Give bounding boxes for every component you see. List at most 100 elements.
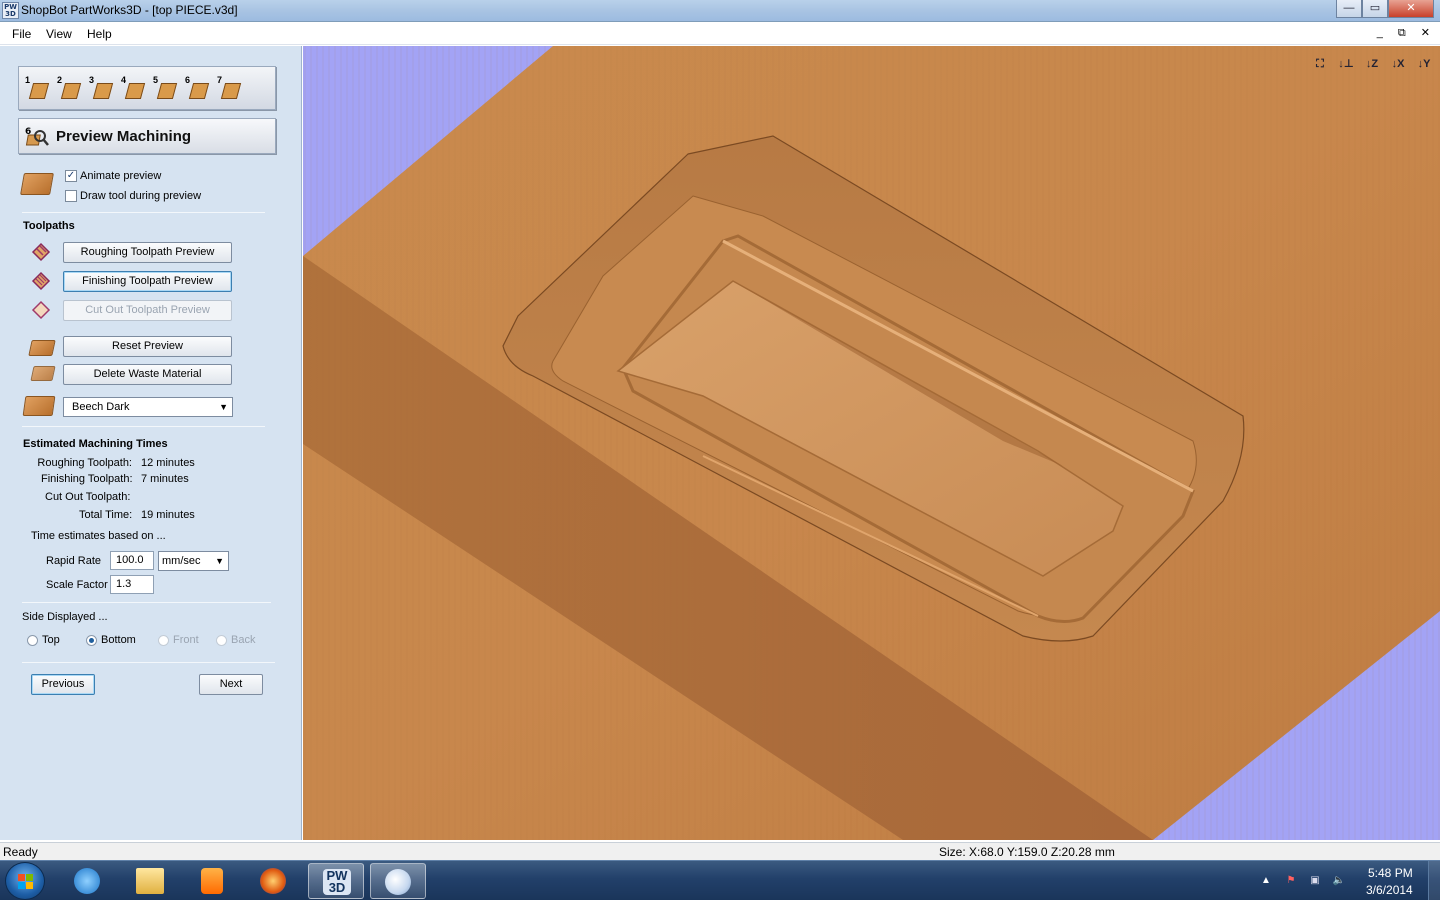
roughing-time-value: 12 minutes — [141, 457, 195, 469]
cutout-preview-button[interactable]: Cut Out Toolpath Preview — [63, 300, 232, 321]
start-button[interactable] — [5, 862, 45, 900]
step-number: 5 — [153, 75, 159, 85]
chevron-down-icon: ▼ — [219, 402, 228, 412]
rapid-rate-input[interactable]: 100.0 — [110, 551, 154, 570]
rapid-rate-unit-select[interactable]: mm/sec ▼ — [158, 551, 229, 571]
step-shape — [92, 83, 114, 99]
workflow-toolbar: 1 2 3 4 5 6 7 — [18, 66, 276, 110]
menu-bar: File View Help _ ⧉ ✕ — [0, 23, 1440, 45]
divider — [22, 602, 271, 603]
draw-tool-checkbox[interactable] — [65, 190, 77, 202]
roughing-toolpath-icon[interactable]: 3 — [89, 75, 115, 103]
side-bottom-label: Bottom — [101, 634, 136, 646]
network-icon[interactable]: ▣ — [1308, 874, 1322, 888]
cutout-toolpath-icon — [29, 299, 53, 321]
side-displayed-heading: Side Displayed ... — [22, 611, 108, 623]
maximize-button[interactable]: ▭ — [1362, 0, 1388, 18]
view-y-icon[interactable]: ↓Y — [1414, 54, 1434, 74]
side-front-option[interactable]: Front — [158, 634, 199, 646]
animate-wood-icon — [20, 173, 54, 195]
reset-preview-button[interactable]: Reset Preview — [63, 336, 232, 357]
minimize-button[interactable]: — — [1336, 0, 1362, 18]
wood-block-render — [303, 46, 1440, 840]
menu-help[interactable]: Help — [87, 27, 112, 41]
title-bar: PW 3D ShopBot PartWorks3D - [top PIECE.v… — [0, 0, 1440, 22]
step-number: 3 — [89, 75, 95, 85]
save-toolpath-icon[interactable]: 7 — [217, 75, 243, 103]
menu-file[interactable]: File — [12, 27, 31, 41]
draw-tool-label: Draw tool during preview — [80, 190, 202, 202]
app-icon[interactable]: PW 3D — [2, 2, 19, 19]
side-bottom-option[interactable]: Bottom — [86, 634, 136, 646]
animate-preview-row[interactable]: ✓ Animate preview — [65, 170, 161, 182]
roughing-time-label: Roughing Toolpath: — [37, 457, 132, 469]
side-back-option[interactable]: Back — [216, 634, 255, 646]
firefox-icon[interactable] — [246, 863, 302, 899]
delete-waste-icon — [30, 366, 56, 381]
preview-machining-icon[interactable]: 6 — [185, 75, 211, 103]
roughing-preview-button[interactable]: Roughing Toolpath Preview — [63, 242, 232, 263]
zoom-all-icon[interactable]: ⛶ — [1310, 54, 1330, 74]
side-top-label: Top — [42, 634, 60, 646]
3d-viewport[interactable]: ⛶ ↓⊥ ↓Z ↓X ↓Y — [303, 46, 1440, 840]
previous-button[interactable]: Previous — [31, 674, 95, 695]
view-toolbar: ⛶ ↓⊥ ↓Z ↓X ↓Y — [1310, 54, 1434, 74]
draw-tool-row[interactable]: Draw tool during preview — [65, 190, 201, 202]
cutout-time-label: Cut Out Toolpath: — [45, 491, 131, 503]
windows-explorer-icon[interactable] — [122, 863, 178, 899]
step-number: 6 — [185, 75, 191, 85]
close-button[interactable]: ✕ — [1388, 0, 1434, 18]
side-top-option[interactable]: Top — [27, 634, 60, 646]
clock-date[interactable]: 3/6/2014 — [1366, 883, 1413, 897]
animate-preview-checkbox[interactable]: ✓ — [65, 170, 77, 182]
step-number: 1 — [25, 75, 31, 85]
step-number: 7 — [217, 75, 223, 85]
scale-factor-input[interactable]: 1.3 — [110, 575, 154, 594]
iso-view-icon[interactable]: ↓⊥ — [1336, 54, 1356, 74]
media-player-icon[interactable] — [184, 863, 240, 899]
reset-wood-icon — [28, 340, 56, 356]
divider — [22, 426, 265, 427]
material-select[interactable]: Beech Dark ▼ — [63, 397, 233, 417]
action-center-icon[interactable]: ⚑ — [1284, 874, 1298, 888]
partworks3d-icon[interactable]: PW 3D — [308, 863, 364, 899]
show-desktop-button[interactable] — [1428, 861, 1440, 900]
step-shape — [188, 83, 210, 99]
windows-logo-icon — [18, 874, 33, 889]
divider — [22, 662, 275, 663]
position-model-icon[interactable]: 2 — [57, 75, 83, 103]
model-size-icon[interactable]: 1 — [25, 75, 51, 103]
volume-icon[interactable]: 🔈 — [1332, 874, 1346, 888]
preview-machining-icon: 6 — [25, 125, 49, 149]
side-front-label: Front — [173, 634, 199, 646]
delete-waste-button[interactable]: Delete Waste Material — [63, 364, 232, 385]
side-back-label: Back — [231, 634, 256, 646]
toolpaths-heading: Toolpaths — [23, 220, 75, 232]
view-x-icon[interactable]: ↓X — [1388, 54, 1408, 74]
window-title: ShopBot PartWorks3D - [top PIECE.v3d] — [21, 3, 238, 17]
step-shape — [60, 83, 82, 99]
finishing-preview-button[interactable]: Finishing Toolpath Preview — [63, 271, 232, 292]
material-size-text: Size: X:68.0 Y:159.0 Z:20.28 mm — [939, 845, 1115, 859]
clock-time[interactable]: 5:48 PM — [1368, 866, 1413, 880]
finishing-toolpath-icon[interactable]: 4 — [121, 75, 147, 103]
internet-explorer-icon[interactable] — [60, 863, 116, 899]
left-panel: 1 2 3 4 5 6 7 6 Preview Machining ✓ Animate pr… — [0, 46, 302, 840]
menu-view[interactable]: View — [46, 27, 72, 41]
side-back-radio[interactable] — [216, 634, 227, 646]
step-shape — [220, 83, 242, 99]
rapid-rate-unit-value: mm/sec — [162, 555, 201, 567]
next-button[interactable]: Next — [199, 674, 263, 695]
step-shape — [156, 83, 178, 99]
view-z-icon[interactable]: ↓Z — [1362, 54, 1382, 74]
side-front-radio[interactable] — [158, 634, 169, 646]
cutout-toolpath-icon[interactable]: 5 — [153, 75, 179, 103]
mdi-controls[interactable]: _ ⧉ ✕ — [1377, 26, 1436, 40]
side-bottom-radio[interactable] — [86, 634, 97, 646]
status-bar: Ready Size: X:68.0 Y:159.0 Z:20.28 mm — [0, 842, 1440, 860]
side-top-radio[interactable] — [27, 634, 38, 646]
paint-icon[interactable] — [370, 863, 426, 899]
show-hidden-icons[interactable]: ▲ — [1259, 874, 1273, 888]
step-number: 4 — [121, 75, 127, 85]
finishing-toolpath-icon — [29, 270, 53, 292]
